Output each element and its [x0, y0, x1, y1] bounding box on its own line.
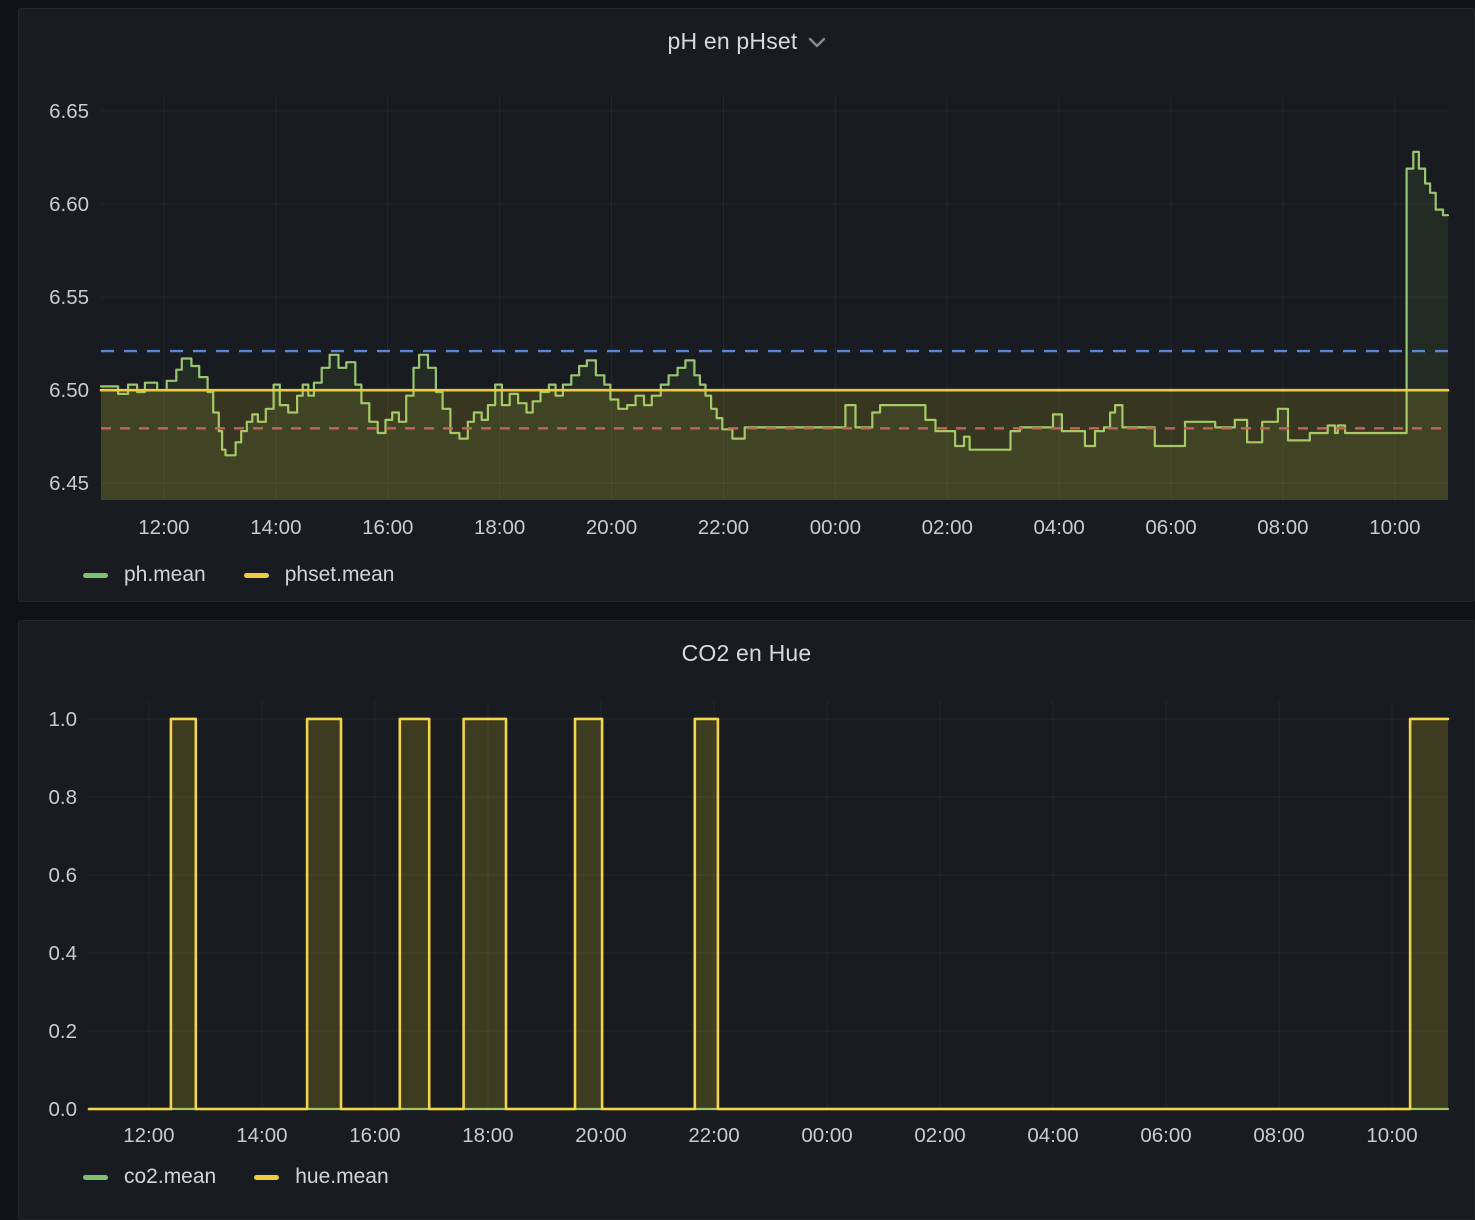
svg-text:0.0: 0.0: [49, 1098, 78, 1121]
svg-text:00:00: 00:00: [810, 516, 861, 539]
svg-text:6.55: 6.55: [49, 286, 89, 309]
svg-text:10:00: 10:00: [1369, 516, 1420, 539]
co2-chart-legend: co2.mean hue.mean: [83, 1165, 389, 1189]
legend-label: hue.mean: [295, 1165, 388, 1189]
panel-ph: pH en pHset 12:0014:0016:0018:0020:0022:…: [18, 8, 1475, 602]
svg-text:02:00: 02:00: [922, 516, 973, 539]
legend-swatch-icon: [83, 1175, 108, 1180]
series: [89, 719, 1448, 1109]
axis-labels: 12:00 14:00 16:00 18:00 20:00 22:00 00:00 02:00…: [49, 708, 1418, 1147]
legend-item-phset-mean[interactable]: phset.mean: [244, 563, 395, 587]
svg-text:16:00: 16:00: [362, 516, 413, 539]
svg-text:10:00: 10:00: [1366, 1124, 1417, 1147]
svg-text:6.50: 6.50: [49, 379, 89, 402]
svg-text:06:00: 06:00: [1140, 1124, 1191, 1147]
svg-text:6.65: 6.65: [49, 100, 89, 123]
svg-text:22:00: 22:00: [698, 516, 749, 539]
panel-co2: CO2 en Hue 12:0014:0016:0018:0020:0022:0…: [18, 620, 1475, 1220]
ph-chart-canvas[interactable]: 12:00 14:00 16:00 18:00 20:00 22:00 00:00 02:00…: [19, 9, 1474, 601]
svg-text:12:00: 12:00: [138, 516, 189, 539]
svg-text:20:00: 20:00: [575, 1124, 626, 1147]
svg-text:22:00: 22:00: [688, 1124, 739, 1147]
legend-label: phset.mean: [285, 563, 395, 587]
svg-text:08:00: 08:00: [1253, 1124, 1304, 1147]
svg-text:08:00: 08:00: [1257, 516, 1308, 539]
svg-text:18:00: 18:00: [474, 516, 525, 539]
legend-swatch-icon: [254, 1175, 279, 1180]
ph-chart-legend: ph.mean phset.mean: [83, 563, 394, 587]
svg-text:04:00: 04:00: [1033, 516, 1084, 539]
svg-text:06:00: 06:00: [1145, 516, 1196, 539]
legend-label: co2.mean: [124, 1165, 216, 1189]
svg-text:1.0: 1.0: [49, 708, 78, 731]
series-line-hue-mean: [89, 719, 1448, 1109]
grid: [89, 701, 1448, 1109]
legend-swatch-icon: [244, 573, 269, 578]
svg-text:02:00: 02:00: [914, 1124, 965, 1147]
series-fill-phset-mean: [101, 390, 1448, 500]
svg-text:6.60: 6.60: [49, 193, 89, 216]
legend-item-ph-mean[interactable]: ph.mean: [83, 563, 206, 587]
svg-text:04:00: 04:00: [1027, 1124, 1078, 1147]
svg-text:0.2: 0.2: [49, 1020, 78, 1043]
svg-text:14:00: 14:00: [236, 1124, 287, 1147]
legend-label: ph.mean: [124, 563, 206, 587]
co2-chart-canvas[interactable]: 12:00 14:00 16:00 18:00 20:00 22:00 00:00 02:00…: [19, 621, 1474, 1219]
series-fill-hue-mean: [89, 719, 1448, 1109]
svg-text:0.8: 0.8: [49, 786, 78, 809]
svg-text:20:00: 20:00: [586, 516, 637, 539]
svg-text:6.45: 6.45: [49, 472, 89, 495]
svg-text:14:00: 14:00: [250, 516, 301, 539]
legend-swatch-icon: [83, 573, 108, 578]
svg-text:00:00: 00:00: [801, 1124, 852, 1147]
svg-text:16:00: 16:00: [349, 1124, 400, 1147]
svg-text:0.6: 0.6: [49, 864, 78, 887]
svg-text:18:00: 18:00: [462, 1124, 513, 1147]
legend-item-hue-mean[interactable]: hue.mean: [254, 1165, 388, 1189]
legend-item-co2-mean[interactable]: co2.mean: [83, 1165, 216, 1189]
svg-text:0.4: 0.4: [49, 942, 78, 965]
svg-text:12:00: 12:00: [123, 1124, 174, 1147]
